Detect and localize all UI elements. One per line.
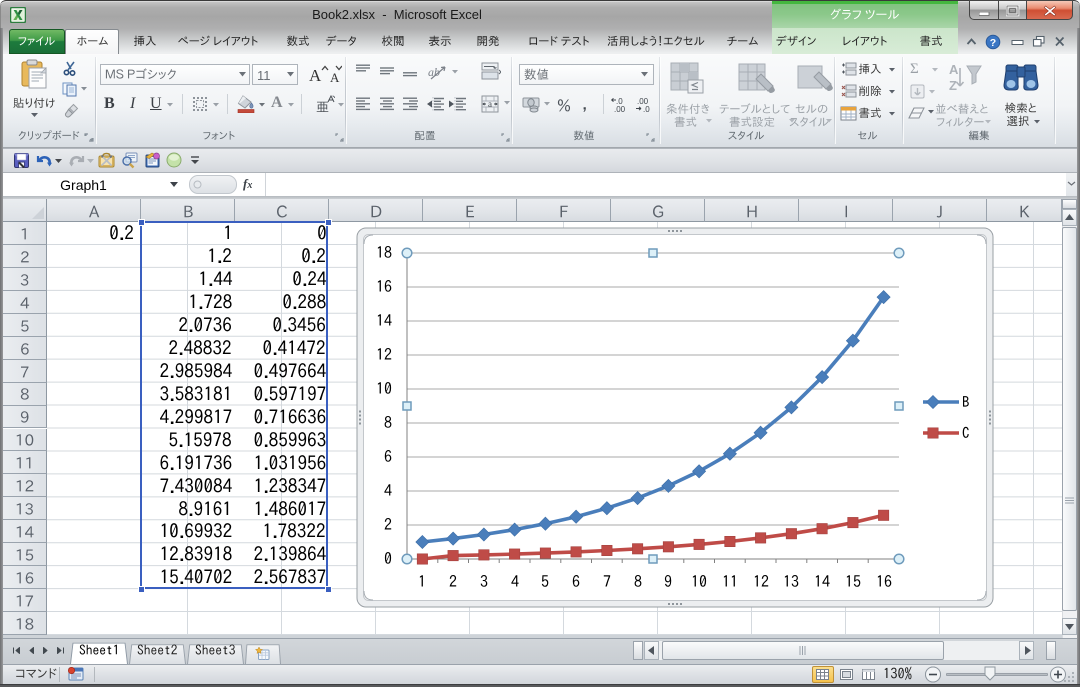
- svg-text:a: a: [488, 99, 492, 109]
- svg-text:?: ?: [990, 37, 996, 49]
- svg-text:A: A: [330, 70, 340, 85]
- svg-text:A: A: [949, 62, 959, 77]
- svg-text:.0: .0: [643, 105, 650, 113]
- svg-text:.00: .00: [614, 105, 626, 113]
- svg-text:Z: Z: [949, 78, 957, 93]
- svg-text:A: A: [309, 66, 322, 85]
